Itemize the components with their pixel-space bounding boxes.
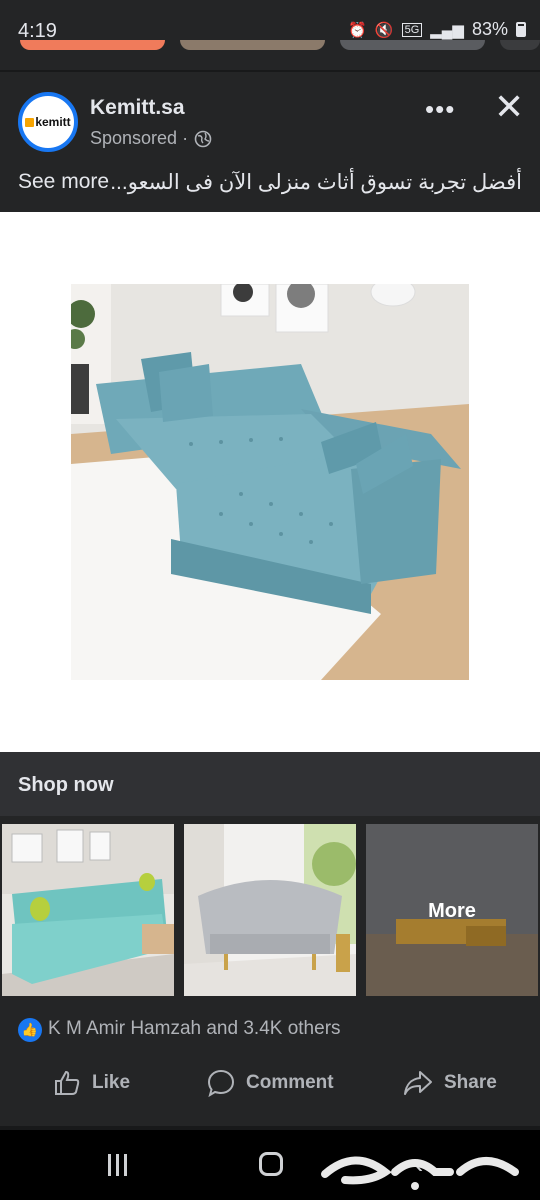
caption-text: أفضل تجربة تسوق أثاث منزلى الآن فى السعو… [110,171,522,194]
haraj-watermark-logo [321,1156,519,1190]
page-name[interactable]: Kemitt.sa [90,96,185,120]
post-actions: Like Comment Share [0,1058,540,1114]
signal-icon: ▂▄▆ [430,21,464,39]
sofa-image[interactable] [71,284,469,680]
kemitt-logo: kemitt [25,115,71,129]
comment-button[interactable]: Comment [206,1068,334,1098]
status-icons: ⏰ 🔇 5G ▂▄▆ 83% [348,19,526,40]
like-icon [55,1070,80,1095]
more-label[interactable]: More [366,900,538,923]
ad-media[interactable] [0,212,540,752]
status-bar: 4:19 ⏰ 🔇 5G ▂▄▆ 83% [0,0,540,62]
shop-now-bar[interactable]: Shop now [0,752,540,816]
armchair-image[interactable] [184,824,356,996]
globe-icon [194,130,212,147]
mute-icon: 🔇 [374,21,394,39]
reactions-text[interactable]: K M Amir Hamzah and 3.4K others [48,1018,341,1040]
sponsored-label: Sponsored · [90,128,212,149]
avatar[interactable]: kemitt [18,92,78,152]
logo-mark-icon [25,117,35,127]
battery-icon [516,22,526,37]
product-carousel[interactable]: More [0,816,540,1002]
story-thumbnail[interactable] [340,40,485,50]
shop-now-button[interactable]: Shop now [18,774,114,797]
post-header: kemitt Kemitt.sa Sponsored · ••• ✕ See m… [0,72,540,212]
share-icon [404,1071,432,1095]
more-options-icon[interactable]: ••• [425,94,455,125]
carousel-card[interactable] [2,824,174,996]
logo-text: kemitt [35,115,71,129]
like-reaction-icon: 👍 [18,1018,42,1042]
network-label: 5G [401,22,423,37]
share-button[interactable]: Share [402,1068,497,1098]
share-label: Share [444,1072,497,1093]
like-label: Like [92,1072,131,1093]
comment-label: Comment [246,1072,334,1093]
close-icon[interactable]: ✕ [494,86,524,128]
story-thumbnail[interactable] [180,40,325,50]
story-strip[interactable] [0,40,540,52]
reactions-summary[interactable]: 👍 K M Amir Hamzah and 3.4K others [0,1004,540,1054]
recent-apps-icon[interactable] [108,1154,127,1176]
system-nav-bar: ‹ [0,1130,540,1200]
comment-icon [207,1069,235,1098]
sofa-image[interactable] [2,824,174,996]
battery-percent: 83% [471,19,508,39]
see-more-link[interactable]: See more [18,170,109,195]
post-caption: See more أفضل تجربة تسوق أثاث منزلى الآن… [0,170,540,195]
carousel-card[interactable] [184,824,356,996]
alarm-icon: ⏰ [348,21,367,39]
sponsored-text: Sponsored · [90,128,189,148]
story-thumbnail[interactable] [500,40,540,50]
home-icon[interactable] [259,1152,283,1176]
carousel-more-card[interactable]: More [366,824,538,996]
story-thumbnail[interactable] [20,40,165,50]
like-button[interactable]: Like [52,1068,130,1098]
